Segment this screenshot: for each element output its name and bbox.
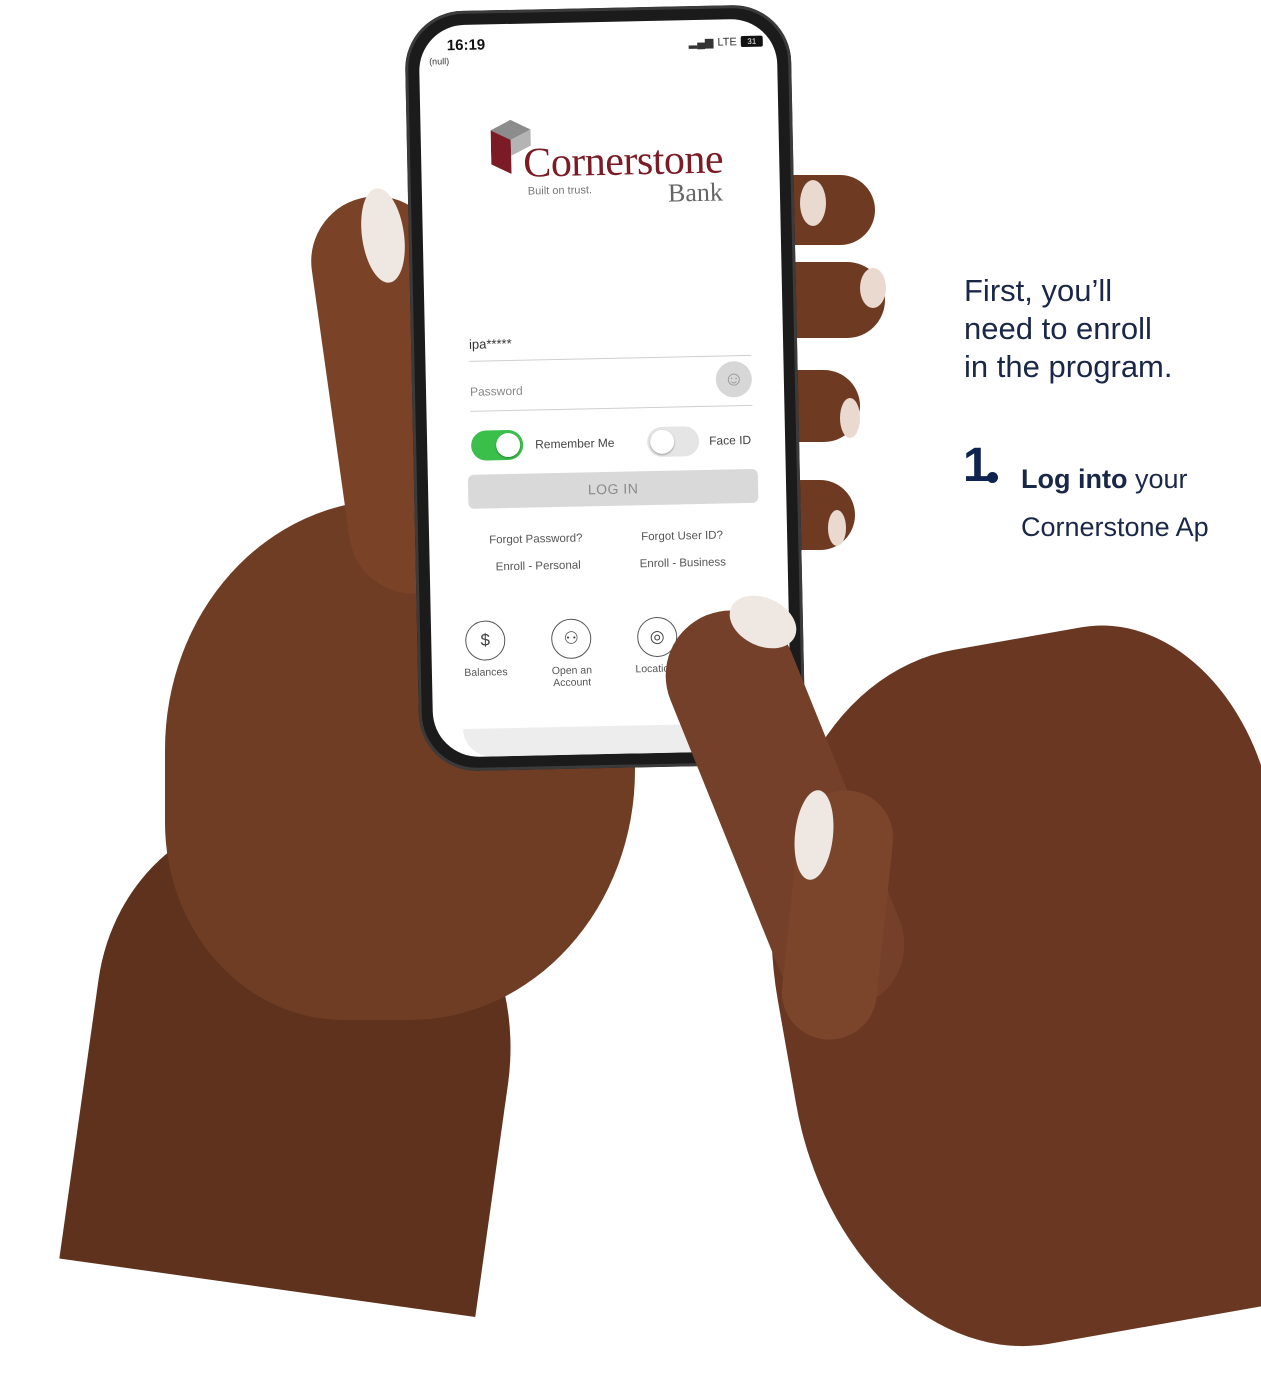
password-input[interactable]: Password	[469, 378, 753, 412]
toggle-knob	[649, 429, 675, 455]
step-dot	[987, 472, 998, 483]
add-person-icon: ⚇	[550, 618, 592, 660]
step-number: 1	[963, 439, 990, 492]
step-line-2: Cornerstone Ap	[1021, 512, 1209, 542]
forgot-password-link[interactable]: Forgot Password?	[489, 533, 583, 547]
network-type: LTE	[717, 35, 737, 49]
quick-action-label: Open an Account	[551, 664, 593, 690]
marketing-illustration: 16:19 (null) ▂▄▆ LTE 31 Cornerstone Buil…	[0, 0, 1261, 1380]
finger-nail-2	[860, 268, 886, 308]
intro-line-1: First, you’ll	[964, 273, 1113, 308]
user-id-input[interactable]: ipa*****	[468, 330, 752, 362]
intro-line-3: in the program.	[964, 349, 1173, 384]
finger-nail-4	[828, 510, 846, 546]
brand-tagline: Built on trust.	[527, 184, 593, 198]
face-id-toggle[interactable]	[646, 426, 700, 458]
face-id-label: Face ID	[708, 432, 752, 448]
forgot-user-id-link[interactable]: Forgot User ID?	[641, 530, 723, 544]
enroll-business-link[interactable]: Enroll - Business	[640, 557, 727, 571]
dollar-icon: $	[464, 620, 506, 661]
step-line-1: Log into your	[1021, 464, 1188, 495]
quick-action-label: Balances	[464, 666, 508, 680]
bank-logo: Cornerstone Built on trust. Bank	[476, 115, 748, 211]
enroll-personal-link[interactable]: Enroll - Personal	[496, 560, 581, 574]
signal-icon: ▂▄▆	[688, 36, 714, 50]
finger-nail-3	[840, 398, 860, 438]
status-time: 16:19	[446, 36, 486, 55]
remember-me-toggle[interactable]	[470, 429, 524, 461]
quick-action-balances[interactable]: $ Balances	[445, 620, 526, 680]
battery-icon: 31	[740, 35, 763, 48]
toggle-knob	[495, 432, 521, 458]
login-button[interactable]: LOG IN	[467, 468, 759, 509]
status-indicators: ▂▄▆ LTE 31	[688, 35, 763, 50]
finger-nail-1	[800, 180, 826, 226]
intro-line-2: need to enroll	[964, 311, 1152, 346]
remember-me-label: Remember Me	[535, 435, 615, 452]
status-carrier: (null)	[429, 56, 450, 67]
quick-action-open-account[interactable]: ⚇ Open an Account	[531, 618, 612, 690]
intro-text: First, you’ll need to enroll in the prog…	[964, 272, 1173, 386]
brand-sub: Bank	[667, 177, 724, 208]
step-rest: your	[1127, 464, 1188, 494]
step-bold: Log into	[1021, 464, 1128, 494]
